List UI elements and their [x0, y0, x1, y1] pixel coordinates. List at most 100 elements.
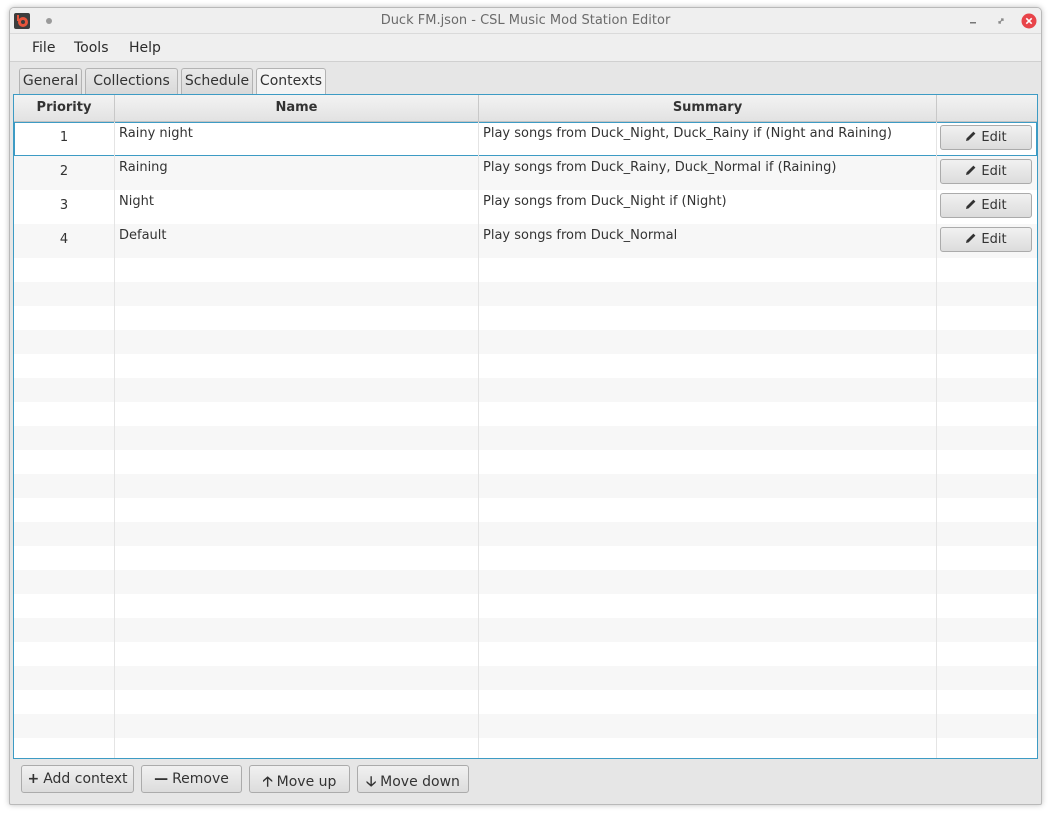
empty-cell	[937, 330, 1037, 354]
empty-table-row	[14, 354, 1037, 378]
empty-cell	[115, 690, 479, 714]
name-cell: Night	[115, 190, 479, 224]
empty-cell	[937, 594, 1037, 618]
column-priority[interactable]: Priority	[14, 95, 115, 121]
edit-button[interactable]: Edit	[940, 227, 1032, 252]
close-icon[interactable]	[1021, 13, 1037, 29]
empty-cell	[937, 570, 1037, 594]
empty-cell	[479, 738, 937, 758]
empty-cell	[479, 378, 937, 402]
empty-cell	[115, 402, 479, 426]
table-row[interactable]: 3 Night Play songs from Duck_Night if (Nig…	[14, 190, 1037, 224]
empty-table-row	[14, 306, 1037, 330]
empty-cell	[14, 306, 115, 330]
edit-button[interactable]: Edit	[940, 159, 1032, 184]
maximize-icon[interactable]	[993, 13, 1009, 29]
table-row[interactable]: 1 Rainy night Play songs from Duck_Night, …	[14, 122, 1037, 156]
tab-contexts[interactable]: Contexts	[256, 68, 326, 95]
empty-cell	[14, 402, 115, 426]
minus-icon: —	[154, 771, 169, 787]
empty-cell	[14, 546, 115, 570]
empty-cell	[479, 714, 937, 738]
menu-file[interactable]: File	[32, 40, 55, 56]
tab-general[interactable]: General	[19, 68, 82, 94]
empty-cell	[479, 306, 937, 330]
column-summary[interactable]: Summary	[479, 95, 937, 121]
move-down-button[interactable]: 🡣 Move down	[357, 765, 469, 793]
empty-cell	[115, 522, 479, 546]
plus-icon: +	[27, 771, 40, 787]
pencil-icon	[966, 165, 976, 175]
pencil-icon	[966, 199, 976, 209]
empty-cell	[479, 354, 937, 378]
empty-table-row	[14, 522, 1037, 546]
empty-cell	[115, 546, 479, 570]
empty-table-row	[14, 474, 1037, 498]
empty-cell	[479, 642, 937, 666]
empty-cell	[14, 690, 115, 714]
table-row[interactable]: 2 Raining Play songs from Duck_Rainy, Duck…	[14, 156, 1037, 190]
empty-cell	[14, 450, 115, 474]
empty-cell	[14, 354, 115, 378]
move-down-label: Move down	[380, 774, 460, 790]
empty-cell	[115, 306, 479, 330]
empty-cell	[937, 666, 1037, 690]
edit-button[interactable]: Edit	[940, 193, 1032, 218]
empty-cell	[479, 498, 937, 522]
empty-cell	[937, 738, 1037, 758]
priority-cell: 4	[14, 224, 115, 258]
contexts-table[interactable]: Priority Name Summary 1 Rainy night Play s…	[13, 94, 1038, 759]
empty-cell	[115, 282, 479, 306]
table-row[interactable]: 4 Default Play songs from Duck_Normal Edit	[14, 224, 1037, 258]
empty-cell	[115, 330, 479, 354]
empty-cell	[14, 666, 115, 690]
empty-cell	[115, 618, 479, 642]
empty-table-row	[14, 594, 1037, 618]
empty-table-row	[14, 738, 1037, 758]
remove-label: Remove	[172, 771, 229, 787]
name-cell: Rainy night	[115, 122, 479, 156]
empty-cell	[115, 378, 479, 402]
column-name[interactable]: Name	[115, 95, 479, 121]
empty-cell	[937, 426, 1037, 450]
empty-cell	[115, 714, 479, 738]
remove-button[interactable]: — Remove	[141, 765, 242, 793]
empty-cell	[479, 330, 937, 354]
empty-cell	[115, 642, 479, 666]
empty-table-row	[14, 714, 1037, 738]
move-up-button[interactable]: 🡡 Move up	[249, 765, 350, 793]
name-cell: Default	[115, 224, 479, 258]
empty-cell	[14, 738, 115, 758]
empty-cell	[937, 690, 1037, 714]
arrow-up-icon: 🡡	[262, 774, 273, 790]
empty-cell	[937, 450, 1037, 474]
arrow-down-icon: 🡣	[366, 774, 377, 790]
move-up-label: Move up	[276, 774, 337, 790]
empty-cell	[937, 642, 1037, 666]
empty-table-row	[14, 690, 1037, 714]
add-context-button[interactable]: + Add context	[21, 765, 134, 793]
empty-cell	[479, 570, 937, 594]
empty-cell	[479, 450, 937, 474]
tab-schedule[interactable]: Schedule	[181, 68, 253, 94]
empty-cell	[479, 690, 937, 714]
empty-cell	[479, 666, 937, 690]
empty-cell	[479, 594, 937, 618]
edit-button[interactable]: Edit	[940, 125, 1032, 150]
priority-cell: 3	[14, 190, 115, 224]
menu-help[interactable]: Help	[129, 40, 161, 56]
edit-label: Edit	[981, 232, 1007, 247]
table-header: Priority Name Summary	[14, 95, 1037, 122]
pencil-icon	[966, 131, 976, 141]
name-cell: Raining	[115, 156, 479, 190]
empty-table-row	[14, 402, 1037, 426]
menu-tools[interactable]: Tools	[74, 40, 109, 56]
empty-table-row	[14, 330, 1037, 354]
minimize-icon[interactable]	[965, 13, 981, 29]
empty-cell	[937, 474, 1037, 498]
summary-cell: Play songs from Duck_Rainy, Duck_Normal …	[479, 156, 937, 190]
tab-collections[interactable]: Collections	[85, 68, 178, 94]
empty-cell	[14, 426, 115, 450]
empty-cell	[14, 474, 115, 498]
empty-cell	[115, 258, 479, 282]
